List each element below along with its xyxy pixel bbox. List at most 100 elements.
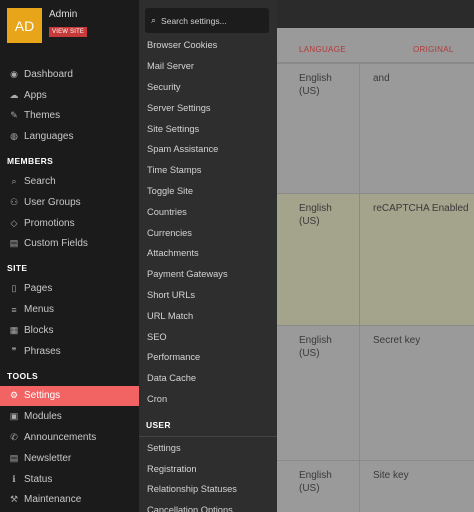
megaphone-icon: ✆ xyxy=(10,432,18,443)
search-placeholder: Search settings... xyxy=(161,15,227,26)
search-icon: ⌕ xyxy=(11,176,17,187)
language-cell: English (US) xyxy=(299,335,332,359)
diamond-icon: ◇ xyxy=(10,217,18,228)
settings-menu-item-performance[interactable]: Performance xyxy=(139,347,277,368)
section-tools: TOOLS xyxy=(7,370,39,381)
wrench-icon: ⚒ xyxy=(9,494,19,505)
settings-section-user: USER xyxy=(139,413,277,438)
sidebar-item-label: Newsletter xyxy=(24,452,72,464)
original-cell: Site key xyxy=(373,470,409,481)
sidebar-item-newsletter[interactable]: ▤ Newsletter xyxy=(0,448,139,469)
settings-menu-item-data-cache[interactable]: Data Cache xyxy=(139,368,277,389)
settings-menu-item-site-settings[interactable]: Site Settings xyxy=(139,118,277,139)
sidebar-item-menus[interactable]: ≡ Menus xyxy=(0,299,139,320)
search-icon: ⌕ xyxy=(151,15,157,25)
settings-menu-item-currencies[interactable]: Currencies xyxy=(139,222,277,243)
sidebar-item-label: Modules xyxy=(24,411,62,423)
phrases-table-area: LANGUAGE ORIGINAL English (US) and English… xyxy=(277,0,474,512)
settings-menu-item-spam-assistance[interactable]: Spam Assistance xyxy=(139,139,277,160)
table-row[interactable]: English (US) reCAPTCHA Enabled xyxy=(277,193,474,325)
blocks-icon: ▦ xyxy=(9,324,19,335)
original-cell: Secret key xyxy=(373,335,421,346)
quote-icon: ❞ xyxy=(11,345,17,356)
settings-menu-item-short-urls[interactable]: Short URLs xyxy=(139,285,277,306)
language-cell: English (US) xyxy=(299,73,332,97)
settings-menu-item-payment-gateways[interactable]: Payment Gateways xyxy=(139,264,277,285)
sidebar-item-user-groups[interactable]: ⚇ User Groups xyxy=(0,192,139,213)
settings-menu-item-url-match[interactable]: URL Match xyxy=(139,305,277,326)
sidebar-item-label: Apps xyxy=(24,89,47,101)
users-icon: ⚇ xyxy=(9,196,19,207)
avatar[interactable]: AD xyxy=(7,8,42,43)
settings-dropdown: ⌕ Search settings... Browser Cookies Mail… xyxy=(139,0,277,512)
table-row[interactable]: English (US) Site key xyxy=(277,460,474,512)
sidebar-item-label: Themes xyxy=(24,110,61,122)
column-header-original[interactable]: ORIGINAL xyxy=(413,45,454,61)
admin-name: Admin xyxy=(49,9,78,20)
sidebar-item-phrases[interactable]: ❞ Phrases xyxy=(0,341,139,362)
sidebar-item-custom-fields[interactable]: ▤ Custom Fields xyxy=(0,234,139,255)
sidebar-item-label: Announcements xyxy=(24,432,97,444)
settings-menu-item-security[interactable]: Security xyxy=(139,77,277,98)
settings-menu-list: Browser Cookies Mail Server Security Server… xyxy=(139,35,277,512)
settings-menu-item-cron[interactable]: Cron xyxy=(139,389,277,410)
sidebar-item-label: Dashboard xyxy=(24,68,73,80)
apps-icon: ☁ xyxy=(9,89,19,100)
admin-sidebar: AD Admin VIEW SITE ◉ Dashboard ☁ Apps ✎ Theme… xyxy=(0,0,139,512)
section-members: MEMBERS xyxy=(7,156,54,167)
user-menu-item-settings[interactable]: Settings xyxy=(139,437,277,458)
brush-icon: ✎ xyxy=(10,110,18,121)
sidebar-item-themes[interactable]: ✎ Themes xyxy=(0,106,139,127)
sidebar-item-dashboard[interactable]: ◉ Dashboard xyxy=(0,64,139,85)
settings-menu-item-server-settings[interactable]: Server Settings xyxy=(139,97,277,118)
sidebar-item-label: Languages xyxy=(24,131,74,143)
profile-block: AD Admin VIEW SITE xyxy=(0,0,139,58)
settings-search-input[interactable]: ⌕ Search settings... xyxy=(145,8,269,33)
menu-icon: ≡ xyxy=(11,304,17,315)
sidebar-item-label: Status xyxy=(24,473,53,485)
sidebar-item-label: Maintenance xyxy=(24,494,82,506)
gear-icon: ⚙ xyxy=(9,390,19,401)
sidebar-item-apps[interactable]: ☁ Apps xyxy=(0,85,139,106)
sidebar-item-modules[interactable]: ▣ Modules xyxy=(0,406,139,427)
sidebar-item-languages[interactable]: ◍ Languages xyxy=(0,126,139,147)
column-header-language[interactable]: LANGUAGE xyxy=(299,45,346,61)
section-site: SITE xyxy=(7,263,28,274)
dashboard-icon: ◉ xyxy=(10,68,18,79)
settings-menu-item-seo[interactable]: SEO xyxy=(139,326,277,347)
sidebar-item-label: Blocks xyxy=(24,324,54,336)
sidebar-item-announcements[interactable]: ✆ Announcements xyxy=(0,427,139,448)
sidebar-item-status[interactable]: ℹ Status xyxy=(0,469,139,490)
sidebar-item-maintenance[interactable]: ⚒ Maintenance xyxy=(0,490,139,511)
table-row[interactable]: English (US) Secret key xyxy=(277,325,474,460)
sidebar-item-label: Pages xyxy=(24,283,53,295)
file-icon: ▯ xyxy=(11,283,17,294)
user-menu-item-cancellation-options[interactable]: Cancellation Options xyxy=(139,500,277,512)
globe-icon: ◍ xyxy=(10,131,18,142)
sidebar-item-search[interactable]: ⌕ Search xyxy=(0,171,139,192)
original-cell: reCAPTCHA Enabled xyxy=(373,203,469,214)
sidebar-item-promotions[interactable]: ◇ Promotions xyxy=(0,213,139,234)
language-cell: English (US) xyxy=(299,470,332,494)
sidebar-item-label: Menus xyxy=(24,304,55,316)
table-row[interactable]: English (US) and xyxy=(277,63,474,193)
user-menu-item-registration[interactable]: Registration xyxy=(139,458,277,479)
view-site-button[interactable]: VIEW SITE xyxy=(49,27,88,37)
sidebar-item-label: Custom Fields xyxy=(24,238,88,250)
user-menu-item-relationship-statuses[interactable]: Relationship Statuses xyxy=(139,479,277,500)
sidebar-item-label: Phrases xyxy=(24,345,61,357)
top-bar xyxy=(277,0,474,28)
settings-menu-item-mail-server[interactable]: Mail Server xyxy=(139,56,277,77)
puzzle-icon: ▣ xyxy=(9,411,19,422)
sidebar-item-blocks[interactable]: ▦ Blocks xyxy=(0,320,139,341)
settings-menu-item-time-stamps[interactable]: Time Stamps xyxy=(139,160,277,181)
settings-menu-item-attachments[interactable]: Attachments xyxy=(139,243,277,264)
sidebar-item-settings[interactable]: ⚙ Settings xyxy=(0,385,139,407)
sidebar-item-label: Search xyxy=(24,176,56,188)
sidebar-item-pages[interactable]: ▯ Pages xyxy=(0,278,139,299)
settings-menu-item-countries[interactable]: Countries xyxy=(139,201,277,222)
info-icon: ℹ xyxy=(12,473,16,484)
settings-menu-item-toggle-site[interactable]: Toggle Site xyxy=(139,181,277,202)
sidebar-item-label: User Groups xyxy=(24,196,81,208)
settings-menu-item-browser-cookies[interactable]: Browser Cookies xyxy=(139,35,277,56)
